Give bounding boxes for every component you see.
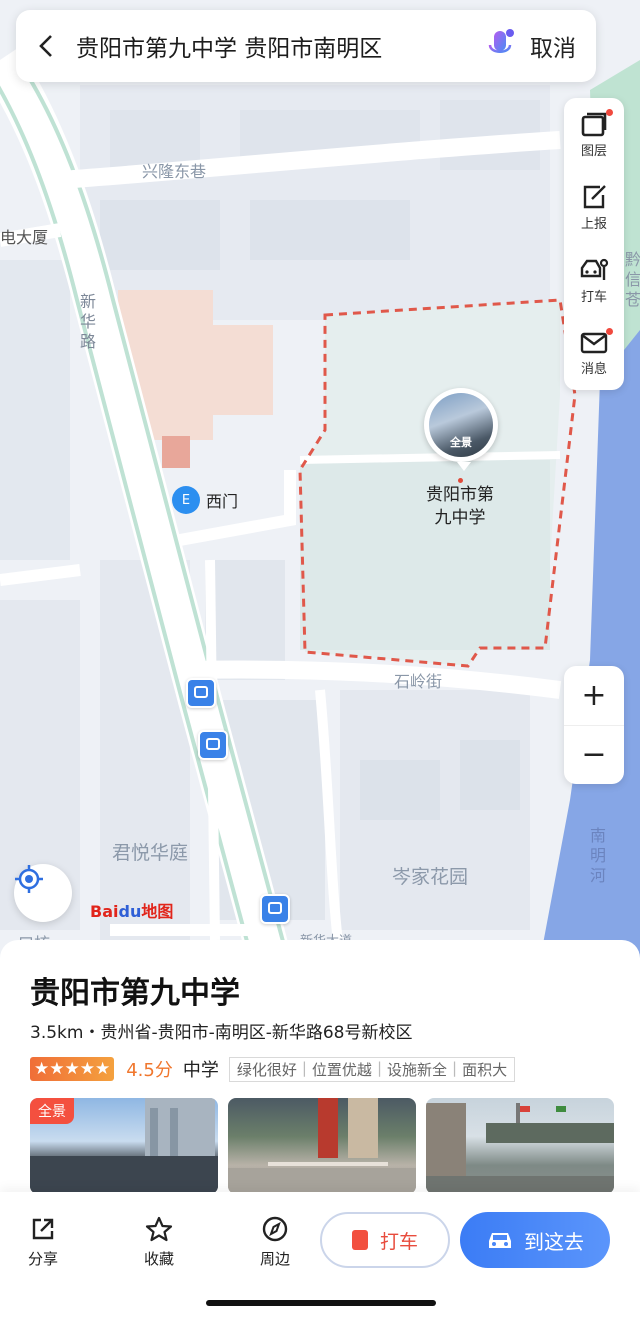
back-arrow-icon (39, 35, 52, 57)
poi-marker-dot (458, 478, 463, 483)
microphone-icon (488, 29, 514, 61)
report-button[interactable]: 上报 (564, 171, 624, 244)
zoom-out-button[interactable]: − (564, 726, 624, 785)
share-icon (32, 1218, 54, 1240)
map-label-junyue: 君悦华庭 (112, 842, 189, 864)
taxi-tool-button[interactable]: 打车 (564, 244, 624, 317)
map-label-xinhua-road: 新 华 路 (80, 292, 97, 351)
search-bar[interactable]: 贵阳市第九中学 贵阳市南明区 取消 (16, 10, 596, 82)
map-toolbar: 图层 上报 打车 消息 (564, 98, 624, 390)
nearby-label: 周边 (260, 1250, 291, 1268)
photo-entrance[interactable] (426, 1098, 614, 1194)
go-here-button[interactable]: 到这去 (460, 1212, 610, 1268)
baidu-map-logo: Baidu地图 (90, 902, 174, 921)
tool-label: 上报 (580, 217, 607, 232)
place-category: 中学 (182, 1060, 219, 1081)
photo-gate[interactable] (228, 1098, 416, 1194)
go-label: 到这去 (524, 1229, 584, 1254)
zoom-controls: + − (564, 666, 624, 784)
zoom-in-button[interactable]: + (564, 666, 624, 726)
message-mail-icon (580, 332, 608, 354)
layers-button[interactable]: 图层 (564, 98, 624, 171)
favorite-label: 收藏 (144, 1250, 175, 1268)
review-tags[interactable]: 绿化很好 | 位置优越 | 设施新全 | 面积大 (228, 1056, 516, 1082)
gate-label: 西门 (206, 492, 239, 511)
west-gate-marker[interactable]: E 西门 (172, 486, 238, 514)
share-button[interactable]: 分享 (28, 1216, 58, 1269)
bus-stop-icon[interactable] (186, 678, 216, 708)
place-address: 3.5km・贵州省-贵阳市-南明区-新华路68号新校区 (30, 1023, 413, 1043)
back-button[interactable] (16, 10, 76, 82)
tag: 位置优越 (311, 1060, 372, 1079)
rating-row: ★★★★★ 4.5分 中学 绿化很好 | 位置优越 | 设施新全 | 面积大 (30, 1056, 516, 1082)
share-label: 分享 (28, 1250, 59, 1268)
search-query[interactable]: 贵阳市第九中学 贵阳市南明区 (76, 29, 480, 63)
rating-score: 4.5分 (126, 1060, 173, 1081)
panorama-pin[interactable]: 全景 (424, 388, 498, 462)
taxi-icon (580, 258, 609, 280)
photo-strip[interactable]: 全景 (30, 1098, 614, 1194)
star-icon (145, 1216, 173, 1242)
locate-icon (15, 865, 43, 893)
map-label-shiling: 石岭街 (394, 672, 443, 691)
taxi-button[interactable]: 打车 (320, 1212, 450, 1268)
place-name: 贵阳市第九中学 (30, 976, 240, 1011)
home-indicator[interactable] (206, 1300, 436, 1306)
tool-label: 打车 (580, 290, 607, 305)
bus-stop-icon[interactable] (198, 730, 228, 760)
map-canvas[interactable] (0, 0, 640, 960)
star-rating: ★★★★★ (30, 1057, 115, 1081)
map-label-right-edge: 黔 信 苍 (625, 250, 640, 309)
cancel-button[interactable]: 取消 (520, 29, 596, 63)
tag: 面积大 (462, 1060, 508, 1079)
nearby-button[interactable]: 周边 (260, 1216, 290, 1269)
tag: 绿化很好 (236, 1060, 297, 1079)
gate-icon: E (172, 486, 200, 514)
notification-dot (606, 328, 613, 335)
map-label-xinglong: 兴隆东巷 (142, 162, 207, 181)
tool-label: 消息 (580, 362, 607, 377)
map-label-nanming-river: 南 明 河 (590, 826, 607, 885)
voice-button[interactable] (480, 10, 520, 82)
message-button[interactable]: 消息 (564, 317, 624, 390)
locate-me-button[interactable] (14, 864, 72, 922)
notification-dot (606, 109, 613, 116)
map-view[interactable]: 兴隆东巷 电大厦 新 华 路 石岭街 君悦华庭 岑家花园 南 明 河 黔 信 苍… (0, 0, 640, 960)
report-edit-icon (583, 185, 606, 209)
car-icon (489, 1233, 511, 1248)
taxi-label: 打车 (379, 1230, 418, 1253)
map-label-cenjia: 岑家花园 (392, 866, 469, 888)
layers-icon (581, 112, 607, 137)
bus-stop-icon[interactable] (260, 894, 290, 924)
tool-label: 图层 (580, 144, 607, 159)
panorama-label: 全景 (30, 1098, 74, 1124)
map-label-dasha: 电大厦 (0, 228, 49, 247)
tag: 设施新全 (387, 1060, 448, 1079)
poi-title[interactable]: 贵阳市第 九中学 (410, 484, 510, 530)
favorite-button[interactable]: 收藏 (144, 1216, 174, 1269)
photo-panorama[interactable]: 全景 (30, 1098, 218, 1194)
pin-tip (457, 462, 471, 471)
compass-icon (262, 1216, 288, 1242)
taxi-envelope-icon (351, 1230, 368, 1250)
panorama-tag: 全景 (450, 436, 472, 449)
